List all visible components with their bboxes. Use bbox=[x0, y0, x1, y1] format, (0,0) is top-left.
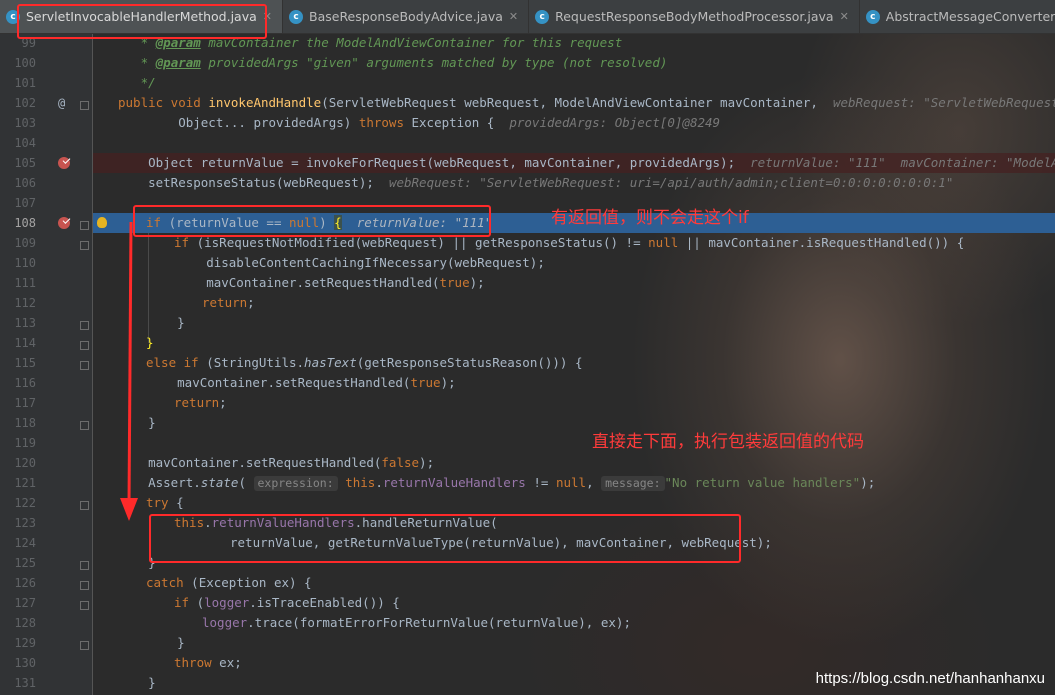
ide-window: c ServletInvocableHandlerMethod.java ✕ c… bbox=[0, 0, 1055, 695]
flow-arrow bbox=[120, 221, 138, 521]
annotation-note-wrap-return: 直接走下面，执行包装返回值的代码 bbox=[592, 432, 864, 452]
annotation-note-no-if: 有返回值，则不会走这个if bbox=[551, 208, 749, 228]
watermark: https://blog.csdn.net/hanhanhanxu bbox=[815, 670, 1045, 687]
